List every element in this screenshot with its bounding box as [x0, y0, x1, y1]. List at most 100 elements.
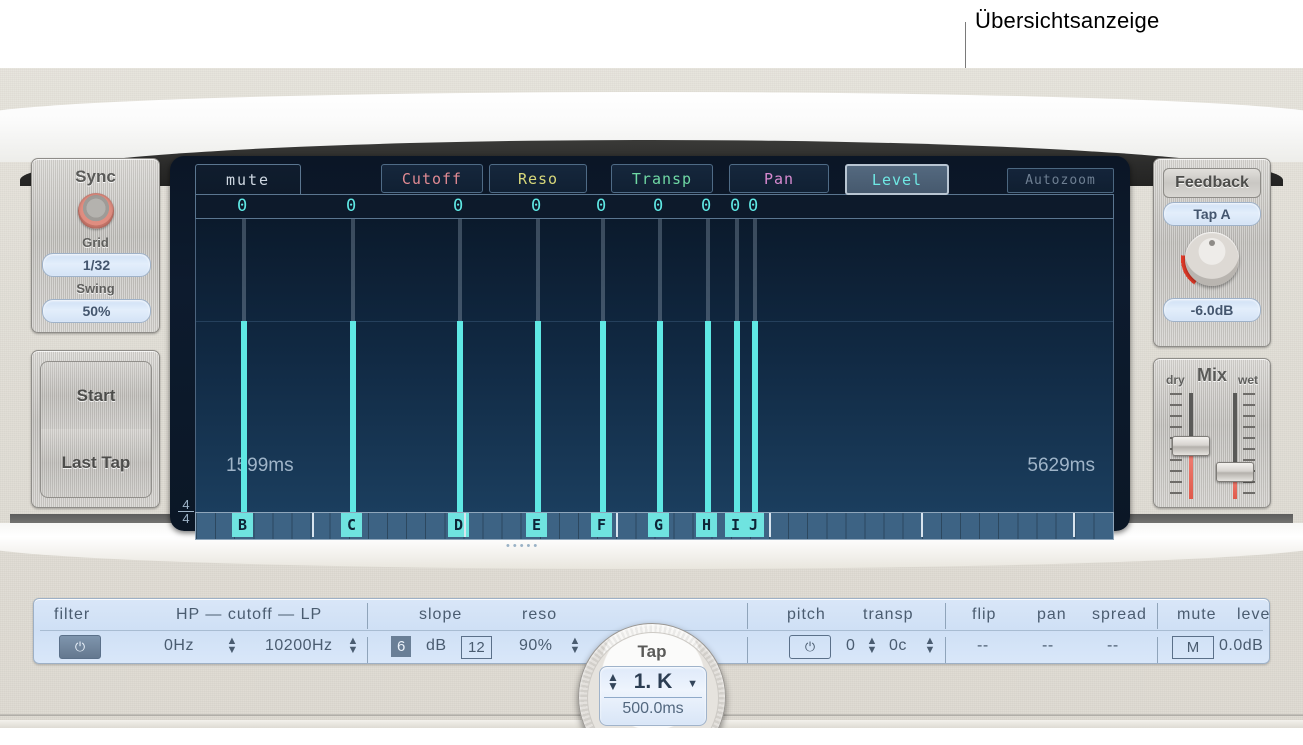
- transport-panel: Start Last Tap: [31, 350, 160, 508]
- transp-semitone-stepper[interactable]: ▲ ▼: [866, 636, 878, 657]
- tab-reso[interactable]: Reso: [489, 164, 587, 193]
- autozoom-button[interactable]: Autozoom: [1007, 168, 1114, 193]
- mute-marker-c[interactable]: 0: [346, 197, 356, 215]
- tap-time-value[interactable]: 500.0ms: [600, 700, 706, 718]
- spread-header: spread: [1092, 606, 1147, 623]
- tab-level[interactable]: Level: [845, 164, 949, 195]
- tap-stem-c: [351, 219, 355, 321]
- mute-header: mute: [1177, 606, 1217, 623]
- feedback-knob[interactable]: [1185, 232, 1239, 286]
- feedback-button[interactable]: Feedback: [1163, 168, 1261, 198]
- mix-panel: Mix dry wet: [1153, 358, 1271, 508]
- divider-2-top: [747, 603, 748, 629]
- slope-header: slope: [419, 606, 463, 623]
- tap-graph[interactable]: 1599ms 5629ms: [195, 219, 1114, 513]
- cutoff-lp-value[interactable]: 10200Hz: [265, 637, 333, 655]
- ruler-tap-g[interactable]: G: [648, 513, 669, 537]
- transp-semitone-value[interactable]: 0: [846, 637, 855, 655]
- feedback-value-field[interactable]: -6.0dB: [1163, 298, 1261, 322]
- tap-stem-g: [658, 219, 662, 321]
- swing-value-field[interactable]: 50%: [42, 299, 151, 323]
- mute-marker-e[interactable]: 0: [531, 197, 541, 215]
- slope-12-button[interactable]: 12: [461, 636, 492, 659]
- level-value[interactable]: 0.0dB: [1219, 637, 1263, 655]
- tap-bar-e[interactable]: [535, 321, 541, 512]
- filter-power-button[interactable]: ⏻: [59, 635, 101, 659]
- tab-transp[interactable]: Transp: [611, 164, 713, 193]
- ruler-tap-c[interactable]: C: [341, 513, 362, 537]
- mute-button[interactable]: M: [1172, 636, 1214, 659]
- delay-label: Delay: [579, 726, 725, 728]
- tab-cutoff[interactable]: Cutoff: [381, 164, 483, 193]
- tap-lcd[interactable]: ▲ ▼ 1. K ▼ 500.0ms: [599, 666, 707, 726]
- ruler-tap-f[interactable]: F: [591, 513, 612, 537]
- sync-panel: Sync Grid 1/32 Swing 50%: [31, 158, 160, 333]
- tap-stem-h: [706, 219, 710, 321]
- mute-tab[interactable]: mute: [195, 164, 301, 195]
- wet-slider[interactable]: [1212, 393, 1256, 499]
- swing-label: Swing: [76, 281, 115, 296]
- ruler-tap-h[interactable]: H: [696, 513, 717, 537]
- graph-midline: [196, 321, 1113, 322]
- tap-ruler[interactable]: BCDEFGHIJ: [195, 512, 1114, 540]
- tap-stem-d: [458, 219, 462, 321]
- mix-dry-label: dry: [1166, 373, 1185, 387]
- tap-bar-i[interactable]: [734, 321, 740, 512]
- pan-header: pan: [1037, 606, 1067, 623]
- tap-bar-h[interactable]: [705, 321, 711, 512]
- tap-stem-j: [753, 219, 757, 321]
- reso-value[interactable]: 90%: [519, 637, 553, 655]
- mute-marker-j[interactable]: 0: [748, 197, 758, 215]
- pitch-power-button[interactable]: ⏻: [789, 635, 831, 659]
- feedback-panel: Feedback Tap A -6.0dB: [1153, 158, 1271, 347]
- ruler-barline-1: [464, 513, 466, 537]
- dry-slider[interactable]: [1168, 393, 1212, 499]
- tap-bar-g[interactable]: [657, 321, 663, 512]
- wet-slider-ticks-right: [1243, 393, 1255, 499]
- spread-value[interactable]: --: [1107, 637, 1119, 655]
- mute-marker-b[interactable]: 0: [237, 197, 247, 215]
- time-right-label: 5629ms: [1027, 455, 1095, 476]
- tap-bar-b[interactable]: [241, 321, 247, 512]
- mute-marker-h[interactable]: 0: [701, 197, 711, 215]
- feedback-tap-selector[interactable]: Tap A: [1163, 202, 1261, 226]
- ruler-tap-b[interactable]: B: [232, 513, 253, 537]
- tap-bar-c[interactable]: [350, 321, 356, 512]
- divider-1: [367, 637, 368, 663]
- ruler-barline-2: [616, 513, 618, 537]
- ruler-tap-e[interactable]: E: [526, 513, 547, 537]
- tap-bar-j[interactable]: [752, 321, 758, 512]
- slope-6-button[interactable]: 6: [391, 636, 412, 657]
- tap-bar-f[interactable]: [600, 321, 606, 512]
- grid-label: Grid: [82, 235, 109, 250]
- pan-value[interactable]: --: [1042, 637, 1054, 655]
- tap-stem-i: [735, 219, 739, 321]
- tap-stem-e: [536, 219, 540, 321]
- cutoff-hp-value[interactable]: 0Hz: [164, 637, 194, 655]
- cutoff-lp-stepper[interactable]: ▲ ▼: [347, 636, 359, 657]
- mute-marker-i[interactable]: 0: [730, 197, 740, 215]
- wet-slider-handle[interactable]: [1216, 462, 1254, 482]
- ruler-tap-j[interactable]: J: [743, 513, 764, 537]
- mute-marker-f[interactable]: 0: [596, 197, 606, 215]
- dry-slider-handle[interactable]: [1172, 436, 1210, 456]
- transp-cents-stepper[interactable]: ▲ ▼: [924, 636, 936, 657]
- divider-3-top: [945, 603, 946, 629]
- last-tap-button[interactable]: Last Tap: [40, 429, 152, 498]
- mute-marker-g[interactable]: 0: [653, 197, 663, 215]
- time-left-label: 1599ms: [226, 455, 294, 476]
- tab-pan[interactable]: Pan: [729, 164, 829, 193]
- mute-indicator-strip[interactable]: 000000000: [195, 194, 1114, 219]
- cutoff-hp-stepper[interactable]: ▲ ▼: [226, 636, 238, 657]
- ruler-barline-4: [921, 513, 923, 537]
- ruler-drag-handle[interactable]: •••••: [506, 540, 540, 552]
- mix-wet-label: wet: [1237, 373, 1258, 387]
- tap-bar-d[interactable]: [457, 321, 463, 512]
- start-button[interactable]: Start: [40, 361, 152, 431]
- grid-value-field[interactable]: 1/32: [42, 253, 151, 277]
- flip-value[interactable]: --: [977, 637, 989, 655]
- transp-cents-value[interactable]: 0c: [889, 637, 907, 655]
- chevron-down-icon[interactable]: ▼: [687, 678, 698, 690]
- mute-marker-d[interactable]: 0: [453, 197, 463, 215]
- sync-led-button[interactable]: [77, 193, 114, 229]
